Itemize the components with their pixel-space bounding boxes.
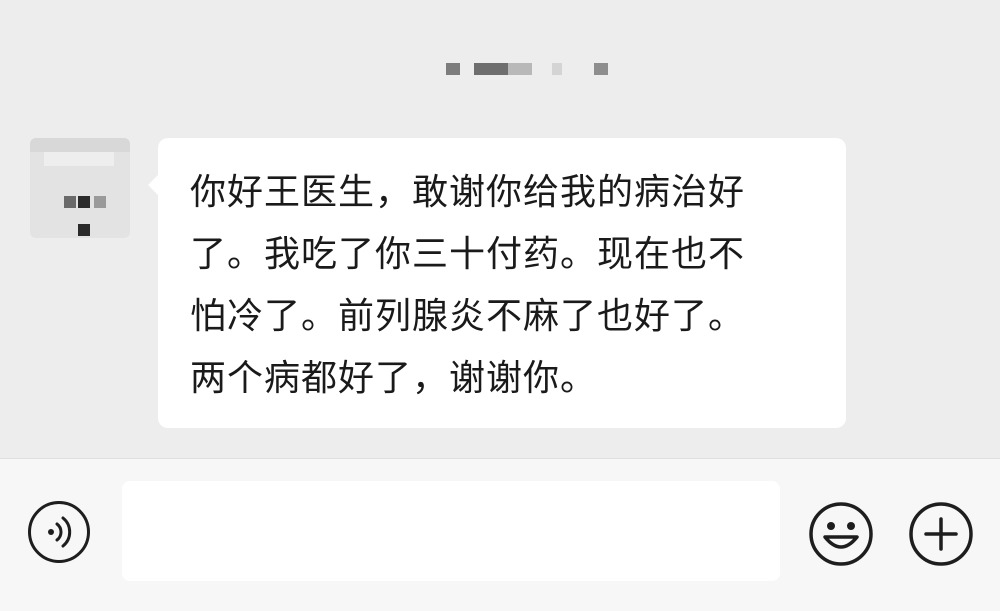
- message-line: 你好王医生，敢谢你给我的病治好: [190, 172, 746, 213]
- timestamp-blur-block: [474, 63, 508, 75]
- voice-button[interactable]: [28, 501, 90, 563]
- timestamp-blur-block: [552, 63, 562, 75]
- timestamp-blurred: [0, 55, 1000, 83]
- timestamp-blur-block: [508, 63, 532, 75]
- plus-icon: [909, 502, 973, 566]
- emoji-icon: [809, 502, 873, 566]
- chat-area: 你好王医生，敢谢你给我的病治好 了。我吃了你三十付药。现在也不 怕冷了。前列腺炎…: [0, 0, 1000, 458]
- message-input[interactable]: [122, 481, 780, 581]
- avatar-pixel: [78, 196, 90, 208]
- plus-button[interactable]: [908, 501, 974, 567]
- avatar-pixel: [30, 138, 130, 152]
- message-text: 你好王医生，敢谢你给我的病治好 了。我吃了你三十付药。现在也不 怕冷了。前列腺炎…: [190, 162, 826, 410]
- emoji-button[interactable]: [808, 501, 874, 567]
- message-line: 怕冷了。前列腺炎不麻了也好了。: [190, 296, 746, 337]
- avatar[interactable]: [30, 138, 130, 238]
- timestamp-blur-block: [594, 63, 608, 75]
- avatar-pixel: [78, 224, 90, 236]
- message-line: 两个病都好了，谢谢你。: [190, 358, 598, 399]
- avatar-pixel: [94, 196, 106, 208]
- message-bubble[interactable]: 你好王医生，敢谢你给我的病治好 了。我吃了你三十付药。现在也不 怕冷了。前列腺炎…: [158, 138, 846, 428]
- voice-icon: [48, 516, 72, 548]
- avatar-pixel: [44, 152, 114, 166]
- timestamp-blur-block: [446, 63, 460, 75]
- input-bar: [0, 458, 1000, 611]
- avatar-pixel: [64, 196, 76, 208]
- message-row: 你好王医生，敢谢你给我的病治好 了。我吃了你三十付药。现在也不 怕冷了。前列腺炎…: [0, 138, 1000, 438]
- message-line: 了。我吃了你三十付药。现在也不: [190, 234, 746, 275]
